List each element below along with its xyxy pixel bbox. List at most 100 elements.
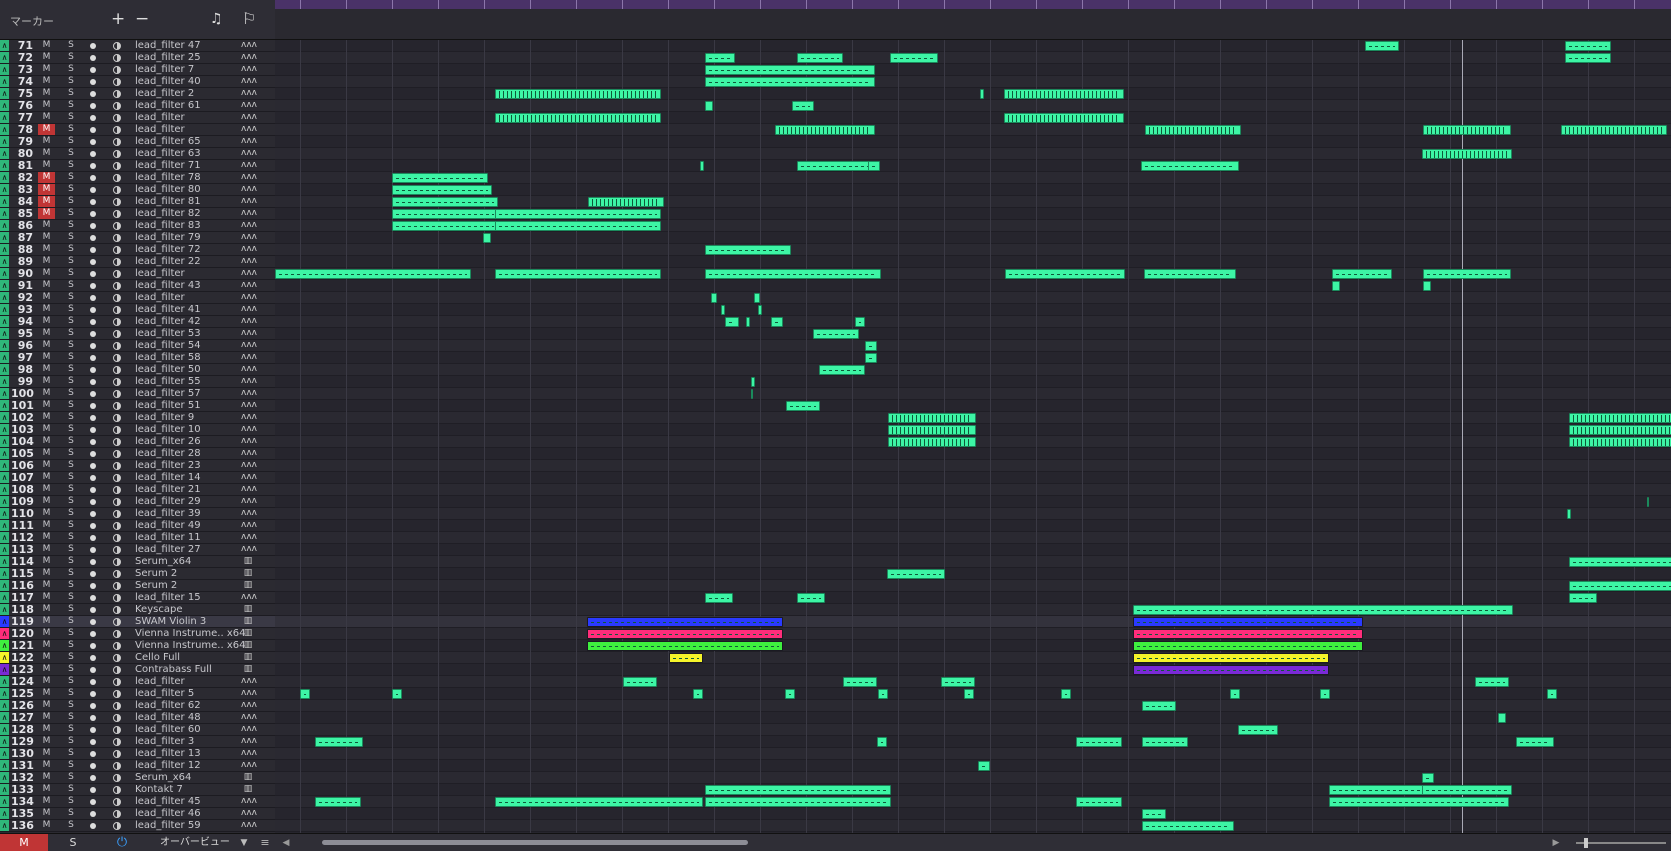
track-row[interactable]: ∧ 129 M Slead_filter 3 ʌʌʌ bbox=[0, 736, 275, 748]
monitor-icon[interactable] bbox=[113, 738, 121, 746]
midi-clip[interactable] bbox=[495, 89, 661, 99]
track-name[interactable]: lead_filter 54 bbox=[135, 340, 245, 351]
midi-clip[interactable] bbox=[1133, 605, 1513, 615]
midi-clip[interactable] bbox=[1561, 125, 1667, 135]
midi-clip[interactable] bbox=[1569, 425, 1671, 435]
midi-clip[interactable] bbox=[751, 377, 755, 387]
record-arm-icon[interactable] bbox=[90, 319, 96, 325]
monitor-icon[interactable] bbox=[113, 618, 121, 626]
midi-clip[interactable] bbox=[495, 221, 661, 231]
monitor-icon[interactable] bbox=[113, 534, 121, 542]
track-name[interactable]: lead_filter 23 bbox=[135, 460, 245, 471]
track-mute-button[interactable]: M bbox=[38, 340, 55, 351]
track-row[interactable]: ∧ 117 M Slead_filter 15 ʌʌʌ bbox=[0, 592, 275, 604]
track-solo-button[interactable]: S bbox=[64, 304, 78, 315]
track-color-swatch[interactable]: ∧ bbox=[0, 148, 9, 159]
track-color-swatch[interactable]: ∧ bbox=[0, 736, 9, 747]
monitor-icon[interactable] bbox=[113, 402, 121, 410]
menu-icon[interactable]: ≡ bbox=[258, 834, 272, 851]
record-arm-icon[interactable] bbox=[90, 523, 96, 529]
track-color-swatch[interactable]: ∧ bbox=[0, 292, 9, 303]
global-mute-button[interactable]: M bbox=[0, 834, 48, 851]
track-mute-button[interactable]: M bbox=[38, 52, 55, 63]
midi-clip[interactable] bbox=[1145, 125, 1241, 135]
record-arm-icon[interactable] bbox=[90, 775, 96, 781]
track-row[interactable]: ∧ 106 M Slead_filter 23 ʌʌʌ bbox=[0, 460, 275, 472]
track-row[interactable]: ∧ 71 M Slead_filter 47 ʌʌʌ bbox=[0, 40, 275, 52]
track-row[interactable]: ∧ 79 M Slead_filter 65 ʌʌʌ bbox=[0, 136, 275, 148]
monitor-icon[interactable] bbox=[113, 330, 121, 338]
track-color-swatch[interactable]: ∧ bbox=[0, 136, 9, 147]
track-solo-button[interactable]: S bbox=[64, 820, 78, 831]
track-solo-button[interactable]: S bbox=[64, 52, 78, 63]
record-arm-icon[interactable] bbox=[90, 559, 96, 565]
track-color-swatch[interactable]: ∧ bbox=[0, 412, 9, 423]
midi-clip[interactable] bbox=[868, 161, 880, 171]
track-solo-button[interactable]: S bbox=[64, 172, 78, 183]
midi-clip[interactable] bbox=[1142, 821, 1234, 831]
monitor-icon[interactable] bbox=[113, 822, 121, 830]
record-arm-icon[interactable] bbox=[90, 571, 96, 577]
track-color-swatch[interactable]: ∧ bbox=[0, 448, 9, 459]
monitor-icon[interactable] bbox=[113, 174, 121, 182]
track-color-swatch[interactable]: ∧ bbox=[0, 352, 9, 363]
record-arm-icon[interactable] bbox=[90, 139, 96, 145]
track-name[interactable]: lead_filter 41 bbox=[135, 304, 245, 315]
monitor-icon[interactable] bbox=[113, 162, 121, 170]
track-row[interactable]: ∧ 111 M Slead_filter 49 ʌʌʌ bbox=[0, 520, 275, 532]
track-name[interactable]: lead_filter 61 bbox=[135, 100, 245, 111]
track-solo-button[interactable]: S bbox=[64, 712, 78, 723]
track-name[interactable]: lead_filter bbox=[135, 292, 245, 303]
track-mute-button[interactable]: M bbox=[38, 724, 55, 735]
track-name[interactable]: lead_filter 46 bbox=[135, 808, 245, 819]
track-row[interactable]: ∧ 83 M Slead_filter 80 ʌʌʌ bbox=[0, 184, 275, 196]
midi-clip[interactable] bbox=[725, 317, 739, 327]
record-arm-icon[interactable] bbox=[90, 703, 96, 709]
track-name[interactable]: SWAM Violin 3 bbox=[135, 616, 245, 627]
track-color-swatch[interactable]: ∧ bbox=[0, 712, 9, 723]
midi-clip[interactable] bbox=[1076, 737, 1122, 747]
midi-clip[interactable] bbox=[588, 197, 664, 207]
record-arm-icon[interactable] bbox=[90, 787, 96, 793]
track-solo-button[interactable]: S bbox=[64, 724, 78, 735]
record-arm-icon[interactable] bbox=[90, 103, 96, 109]
midi-clip[interactable] bbox=[758, 305, 762, 315]
track-mute-button[interactable]: M bbox=[38, 808, 55, 819]
record-arm-icon[interactable] bbox=[90, 535, 96, 541]
monitor-icon[interactable] bbox=[113, 354, 121, 362]
track-row[interactable]: ∧ 99 M Slead_filter 55 ʌʌʌ bbox=[0, 376, 275, 388]
record-arm-icon[interactable] bbox=[90, 691, 96, 697]
track-color-swatch[interactable]: ∧ bbox=[0, 364, 9, 375]
track-solo-button[interactable]: S bbox=[64, 148, 78, 159]
midi-clip[interactable] bbox=[315, 737, 363, 747]
track-solo-button[interactable]: S bbox=[64, 208, 78, 219]
midi-clip[interactable] bbox=[1422, 149, 1512, 159]
monitor-icon[interactable] bbox=[113, 786, 121, 794]
record-arm-icon[interactable] bbox=[90, 403, 96, 409]
track-mute-button[interactable]: M bbox=[38, 556, 55, 567]
track-color-swatch[interactable]: ∧ bbox=[0, 208, 9, 219]
midi-clip[interactable] bbox=[1076, 797, 1122, 807]
track-color-swatch[interactable]: ∧ bbox=[0, 796, 9, 807]
record-arm-icon[interactable] bbox=[90, 91, 96, 97]
midi-clip[interactable] bbox=[792, 101, 814, 111]
monitor-icon[interactable] bbox=[113, 78, 121, 86]
track-mute-button[interactable]: M bbox=[38, 448, 55, 459]
track-mute-button[interactable]: M bbox=[38, 676, 55, 687]
track-mute-button[interactable]: M bbox=[38, 304, 55, 315]
track-name[interactable]: lead_filter 28 bbox=[135, 448, 245, 459]
track-name[interactable]: lead_filter 82 bbox=[135, 208, 245, 219]
midi-clip[interactable] bbox=[705, 65, 875, 75]
track-row[interactable]: ∧ 127 M Slead_filter 48 ʌʌʌ bbox=[0, 712, 275, 724]
record-arm-icon[interactable] bbox=[90, 199, 96, 205]
monitor-icon[interactable] bbox=[113, 90, 121, 98]
track-name[interactable]: lead_filter 55 bbox=[135, 376, 245, 387]
track-mute-button[interactable]: M bbox=[38, 100, 55, 111]
track-solo-button[interactable]: S bbox=[64, 532, 78, 543]
track-name[interactable]: lead_filter bbox=[135, 676, 245, 687]
record-arm-icon[interactable] bbox=[90, 715, 96, 721]
record-arm-icon[interactable] bbox=[90, 547, 96, 553]
track-color-swatch[interactable]: ∧ bbox=[0, 532, 9, 543]
track-solo-button[interactable]: S bbox=[64, 652, 78, 663]
track-mute-button[interactable]: M bbox=[38, 712, 55, 723]
